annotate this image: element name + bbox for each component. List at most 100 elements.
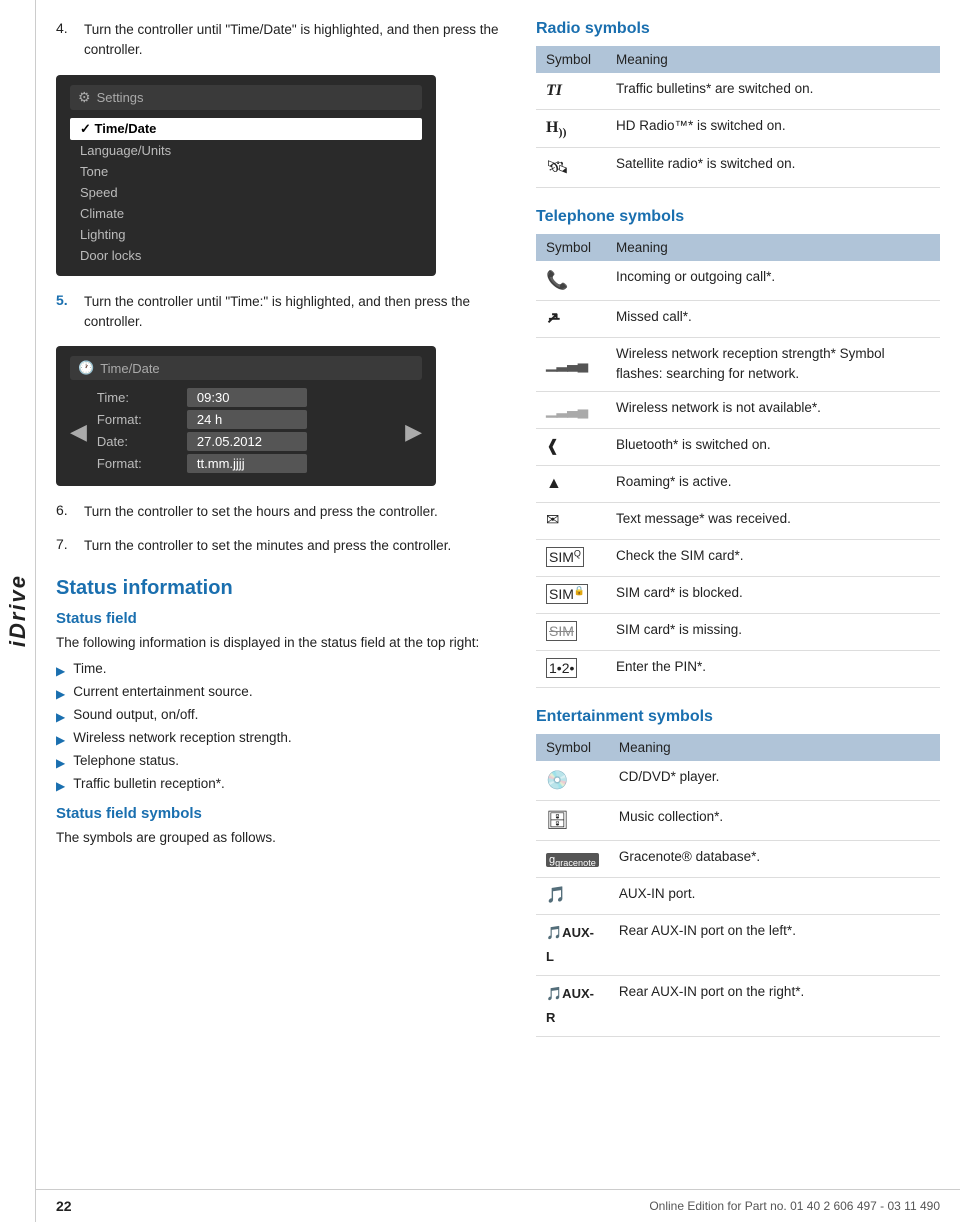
format1-value: 24 h <box>187 410 307 429</box>
table-row: ✉ Text message* was received. <box>536 502 940 539</box>
radio-meaning-hd: HD Radio™* is switched on. <box>606 110 940 148</box>
tel-sym-roam: ▲ <box>536 465 606 502</box>
page-number: 22 <box>56 1198 72 1214</box>
status-field-bullets: ▶ Time. ▶ Current entertainment source. … <box>56 659 506 795</box>
table-row: ▲ Roaming* is active. <box>536 465 940 502</box>
ent-meaning-music: Music collection*. <box>609 800 940 840</box>
menu-language: Language/Units <box>70 140 422 161</box>
status-field-symbols-title: Status field symbols <box>56 805 506 822</box>
tel-meaning-no-signal: Wireless network is not available*. <box>606 391 940 428</box>
table-row: TI Traffic bulletins* are switched on. <box>536 73 940 110</box>
tel-sym-sms: ✉ <box>536 502 606 539</box>
table-row: ggracenote Gracenote® database*. <box>536 840 940 877</box>
table-row: SIMQ Check the SIM card*. <box>536 539 940 576</box>
table-row: 🛰 Satellite radio* is switched on. <box>536 148 940 188</box>
table-row: 🎵AUX-L Rear AUX-IN port on the left*. <box>536 914 940 975</box>
tel-col-symbol: Symbol <box>536 234 606 261</box>
footer: 22 Online Edition for Part no. 01 40 2 6… <box>36 1189 960 1222</box>
step-6-text: Turn the controller to set the hours and… <box>84 502 438 522</box>
date-row: Date: 27.05.2012 <box>97 432 395 451</box>
bullet-arrow-5: ▶ <box>56 754 65 772</box>
screenshot-settings: ⚙ Settings ✓ Time/Date Language/Units To… <box>56 75 436 276</box>
table-row: SIM🔒 SIM card* is blocked. <box>536 576 940 613</box>
tel-meaning-missed: Missed call*. <box>606 301 940 338</box>
tel-sym-no-signal: ▁▂▃▄ <box>536 391 606 428</box>
table-row: 💿 CD/DVD* player. <box>536 761 940 801</box>
table-row: H)) HD Radio™* is switched on. <box>536 110 940 148</box>
settings-titlebar: ⚙ Settings <box>70 85 422 110</box>
date-label: Date: <box>97 434 187 449</box>
status-field-symbols-body: The symbols are grouped as follows. <box>56 828 506 848</box>
format1-row: Format: 24 h <box>97 410 395 429</box>
step-7-text: Turn the controller to set the minutes a… <box>84 536 451 556</box>
menu-tone: Tone <box>70 161 422 182</box>
radio-sym-ti: TI <box>536 73 606 110</box>
screenshot-timedate: 🕐 Time/Date ◀ Time: 09:30 Format: 24 h D… <box>56 346 436 486</box>
tel-meaning-sim-miss: SIM card* is missing. <box>606 613 940 650</box>
right-column: Radio symbols Symbol Meaning TI Traffic … <box>536 20 940 1057</box>
format2-value: tt.mm.jjjj <box>187 454 307 473</box>
tel-sym-bt: ❰ <box>536 428 606 465</box>
bullet-sound: ▶ Sound output, on/off. <box>56 705 506 726</box>
bullet-time-text: Time. <box>73 659 106 679</box>
tel-meaning-roam: Roaming* is active. <box>606 465 940 502</box>
sidebar: iDrive <box>0 0 36 1222</box>
ent-sym-cd: 💿 <box>536 761 609 801</box>
bullet-entertainment-text: Current entertainment source. <box>73 682 252 702</box>
table-row: 📞 Incoming or outgoing call*. <box>536 261 940 301</box>
bullet-arrow-3: ▶ <box>56 708 65 726</box>
bullet-time: ▶ Time. <box>56 659 506 680</box>
ent-meaning-aux-r: Rear AUX-IN port on the right*. <box>609 975 940 1036</box>
ent-col-meaning: Meaning <box>609 734 940 761</box>
radio-sym-sat: 🛰 <box>536 148 606 188</box>
tel-col-meaning: Meaning <box>606 234 940 261</box>
table-row: 🎵AUX-R Rear AUX-IN port on the right*. <box>536 975 940 1036</box>
table-row: ❰ Bluetooth* is switched on. <box>536 428 940 465</box>
step-5: 5. Turn the controller until "Time:" is … <box>56 292 506 333</box>
timedate-title: Time/Date <box>100 361 159 376</box>
radio-meaning-sat: Satellite radio* is switched on. <box>606 148 940 188</box>
table-row: 🗄 Music collection*. <box>536 800 940 840</box>
status-info-title: Status information <box>56 577 506 600</box>
radio-meaning-ti: Traffic bulletins* are switched on. <box>606 73 940 110</box>
bullet-telephone-text: Telephone status. <box>73 751 179 771</box>
step-6-num: 6. <box>56 502 76 522</box>
ent-sym-music: 🗄 <box>536 800 609 840</box>
ent-sym-gracenote: ggracenote <box>536 840 609 877</box>
bullet-wireless: ▶ Wireless network reception strength. <box>56 728 506 749</box>
tel-sym-sim-miss: SIM <box>536 613 606 650</box>
format1-label: Format: <box>97 412 187 427</box>
bullet-telephone: ▶ Telephone status. <box>56 751 506 772</box>
step-6: 6. Turn the controller to set the hours … <box>56 502 506 522</box>
bullet-arrow-4: ▶ <box>56 731 65 749</box>
status-field-title: Status field <box>56 610 506 627</box>
step-4: 4. Turn the controller until "Time/Date"… <box>56 20 506 61</box>
bullet-traffic-text: Traffic bulletin reception*. <box>73 774 225 794</box>
bullet-entertainment: ▶ Current entertainment source. <box>56 682 506 703</box>
bullet-arrow-6: ▶ <box>56 777 65 795</box>
table-row: 1•2• Enter the PIN*. <box>536 650 940 687</box>
radio-table-header: Symbol Meaning <box>536 46 940 73</box>
menu-speed: Speed <box>70 182 422 203</box>
table-row: ▁▂▃▄ Wireless network reception strength… <box>536 338 940 392</box>
ent-col-symbol: Symbol <box>536 734 609 761</box>
radio-col-meaning: Meaning <box>606 46 940 73</box>
bullet-arrow-1: ▶ <box>56 662 65 680</box>
step-4-num: 4. <box>56 20 76 61</box>
status-field-body: The following information is displayed i… <box>56 633 506 653</box>
tel-meaning-signal: Wireless network reception strength* Sym… <box>606 338 940 392</box>
menu-door-locks: Door locks <box>70 245 422 266</box>
menu-climate: Climate <box>70 203 422 224</box>
tel-meaning-sim-check: Check the SIM card*. <box>606 539 940 576</box>
step-5-text: Turn the controller until "Time:" is hig… <box>84 292 506 333</box>
radio-symbols-title: Radio symbols <box>536 20 940 38</box>
time-value: 09:30 <box>187 388 307 407</box>
tel-sym-missed: ↗̶ <box>536 301 606 338</box>
nav-right-btn: ▶ <box>405 419 422 445</box>
time-label: Time: <box>97 390 187 405</box>
left-column: 4. Turn the controller until "Time/Date"… <box>56 20 506 1057</box>
telephone-symbols-title: Telephone symbols <box>536 208 940 226</box>
radio-symbols-table: Symbol Meaning TI Traffic bulletins* are… <box>536 46 940 188</box>
gear-icon: ⚙ <box>78 89 91 106</box>
ent-table-header: Symbol Meaning <box>536 734 940 761</box>
